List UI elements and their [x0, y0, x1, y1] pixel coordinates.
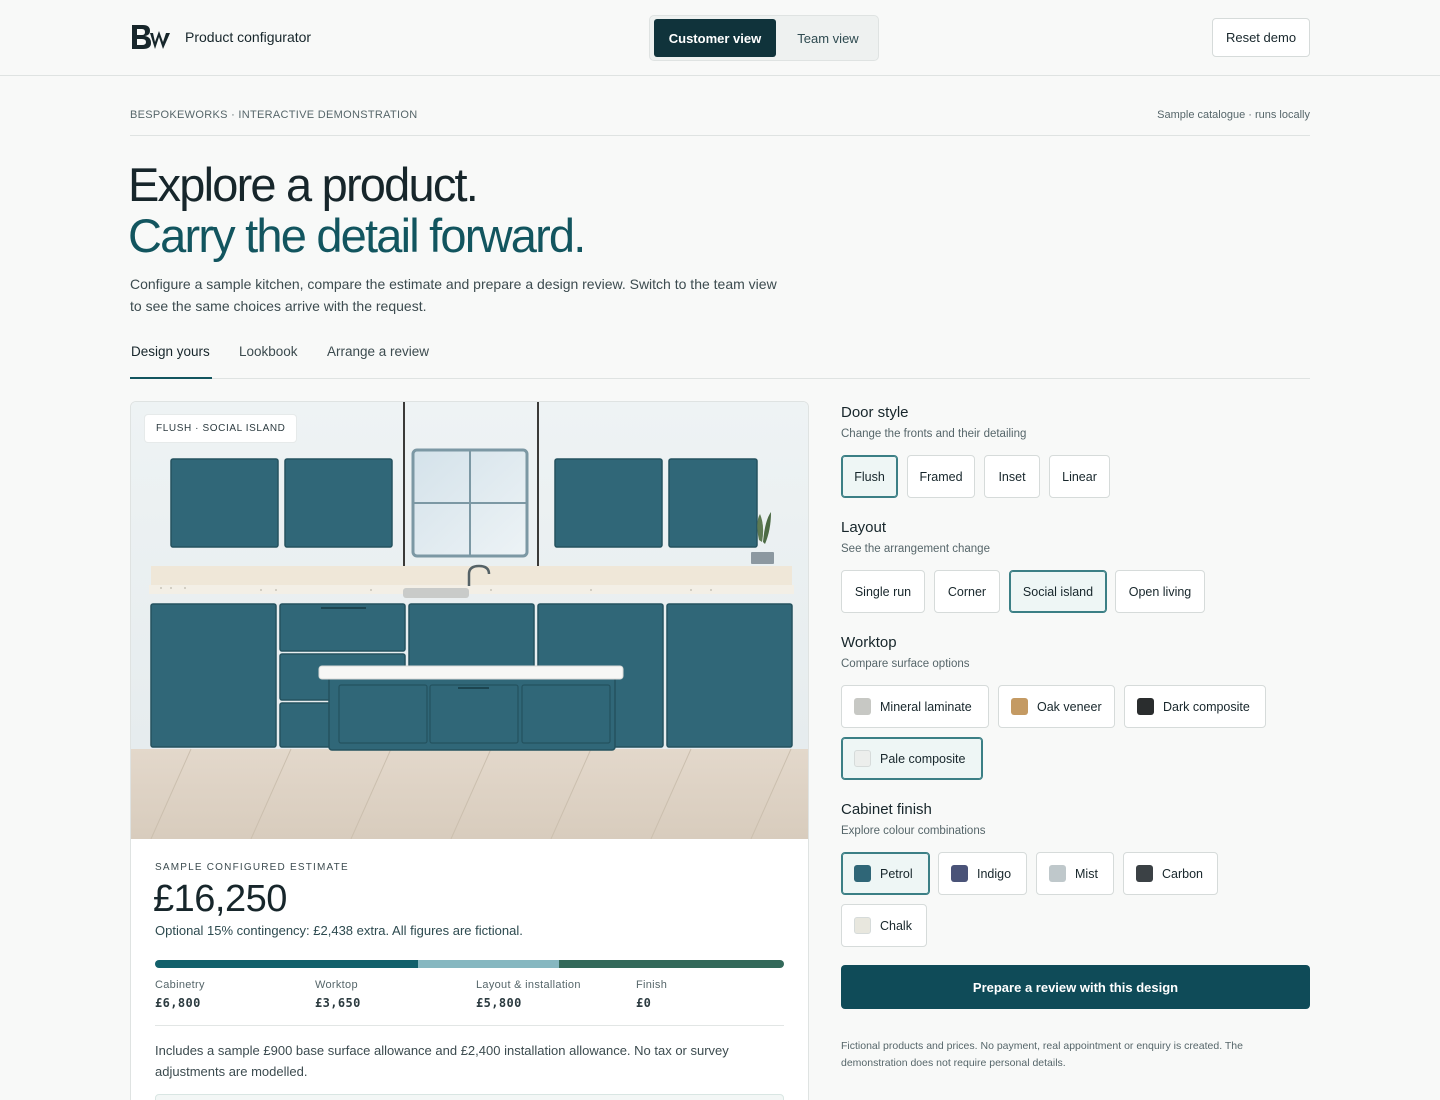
breakdown-layout-installation: Layout & installation £5,800 [476, 979, 581, 1010]
app-title: Product configurator [185, 29, 312, 45]
breakdown-worktop: Worktop £3,650 [315, 979, 361, 1010]
cabinet-finish-title: Cabinet finish [841, 801, 932, 818]
option-label: Indigo [977, 866, 1012, 881]
divider [130, 135, 1310, 136]
bespokeworks-logo[interactable] [130, 22, 174, 52]
worktop-option-oak-veneer[interactable]: Oak veneer [998, 685, 1115, 728]
estimate-label: SAMPLE CONFIGURED ESTIMATE [155, 862, 349, 873]
option-label: Mist [1075, 866, 1098, 881]
swatch-icon [1136, 865, 1153, 882]
swatch-icon [854, 865, 871, 882]
customer-view-button[interactable]: Customer view [654, 19, 776, 57]
option-label: Carbon [1162, 866, 1203, 881]
finish-option-indigo[interactable]: Indigo [938, 852, 1027, 895]
preview-card: FLUSH · SOCIAL ISLAND SAMPLE CONFIGURED … [130, 401, 809, 1100]
view-toggle: Customer view Team view [649, 15, 879, 61]
page-subtitle: Carry the detail forward. [128, 209, 586, 262]
door-style-title: Door style [841, 404, 909, 421]
finish-option-chalk[interactable]: Chalk [841, 904, 927, 947]
layout-option-single-run[interactable]: Single run [841, 570, 925, 613]
option-label: Chalk [880, 918, 912, 933]
active-tab-indicator [130, 377, 212, 379]
swatch-icon [1011, 698, 1028, 715]
top-bar: Product configurator Customer view Team … [0, 0, 1440, 76]
worktop-option-mineral-laminate[interactable]: Mineral laminate [841, 685, 989, 728]
breakdown-finish: Finish £0 [636, 979, 667, 1010]
cost-breakdown-bar [155, 960, 784, 968]
door-option-linear[interactable]: Linear [1049, 455, 1110, 498]
finish-option-petrol[interactable]: Petrol [841, 852, 930, 895]
tab-arrange-review[interactable]: Arrange a review [327, 344, 429, 359]
swatch-icon [1137, 698, 1154, 715]
contingency-note: Optional 15% contingency: £2,438 extra. … [155, 923, 523, 938]
breakdown-label: Cabinetry [155, 979, 205, 991]
cost-segment-worktop [418, 960, 560, 968]
worktop-title: Worktop [841, 634, 897, 651]
catalogue-note: Sample catalogue · runs locally [1157, 109, 1310, 121]
door-option-inset[interactable]: Inset [984, 455, 1040, 498]
door-option-flush[interactable]: Flush [841, 455, 898, 498]
option-label: Petrol [880, 866, 913, 881]
layout-option-open-living[interactable]: Open living [1115, 570, 1205, 613]
option-label: Mineral laminate [880, 699, 972, 714]
worktop-option-pale-composite[interactable]: Pale composite [841, 737, 983, 780]
swatch-icon [1049, 865, 1066, 882]
door-style-subtitle: Change the fronts and their detailing [841, 428, 1027, 440]
door-option-framed[interactable]: Framed [907, 455, 975, 498]
layout-option-social-island[interactable]: Social island [1009, 570, 1107, 613]
divider [155, 1025, 784, 1026]
cabinet-finish-subtitle: Explore colour combinations [841, 825, 986, 837]
configuration-tag: FLUSH · SOCIAL ISLAND [145, 415, 297, 442]
layout-subtitle: See the arrangement change [841, 543, 990, 555]
intro-text: Configure a sample kitchen, compare the … [130, 276, 777, 314]
allowance-note: Includes a sample £900 base surface allo… [155, 1043, 729, 1079]
breakdown-cabinetry: Cabinetry £6,800 [155, 979, 205, 1010]
option-label: Dark composite [1163, 699, 1250, 714]
tab-design-yours[interactable]: Design yours [131, 344, 210, 359]
disclaimer-text: Fictional products and prices. No paymen… [841, 1040, 1243, 1069]
worktop-option-dark-composite[interactable]: Dark composite [1124, 685, 1266, 728]
team-view-button[interactable]: Team view [780, 19, 876, 57]
cost-segment-layout-installation [559, 960, 784, 968]
tab-lookbook[interactable]: Lookbook [239, 344, 298, 359]
layout-option-corner[interactable]: Corner [934, 570, 1000, 613]
swatch-icon [854, 750, 871, 767]
option-label: Oak veneer [1037, 699, 1102, 714]
estimate-price: £16,250 [153, 878, 287, 920]
swatch-icon [951, 865, 968, 882]
breakdown-value: £5,800 [476, 996, 522, 1010]
info-panel [155, 1094, 784, 1100]
breakdown-value: £6,800 [155, 996, 201, 1010]
finish-option-carbon[interactable]: Carbon [1123, 852, 1218, 895]
breakdown-value: £0 [636, 996, 652, 1010]
breakdown-label: Layout & installation [476, 979, 581, 991]
breakdown-label: Finish [636, 979, 668, 991]
prepare-review-button[interactable]: Prepare a review with this design [841, 965, 1310, 1009]
finish-option-mist[interactable]: Mist [1036, 852, 1114, 895]
reset-demo-button[interactable]: Reset demo [1212, 18, 1310, 57]
layout-title: Layout [841, 519, 887, 536]
breadcrumb: BESPOKEWORKS · INTERACTIVE DEMONSTRATION [130, 109, 418, 121]
option-label: Pale composite [880, 751, 966, 766]
cost-segment-cabinetry [155, 960, 419, 968]
page-title: Explore a product. [128, 158, 479, 211]
worktop-subtitle: Compare surface options [841, 658, 970, 670]
breakdown-value: £3,650 [315, 996, 361, 1010]
kitchen-preview-image [131, 402, 808, 839]
tabs-divider [130, 378, 1310, 379]
swatch-icon [854, 917, 871, 934]
swatch-icon [854, 698, 871, 715]
breakdown-label: Worktop [315, 979, 358, 991]
